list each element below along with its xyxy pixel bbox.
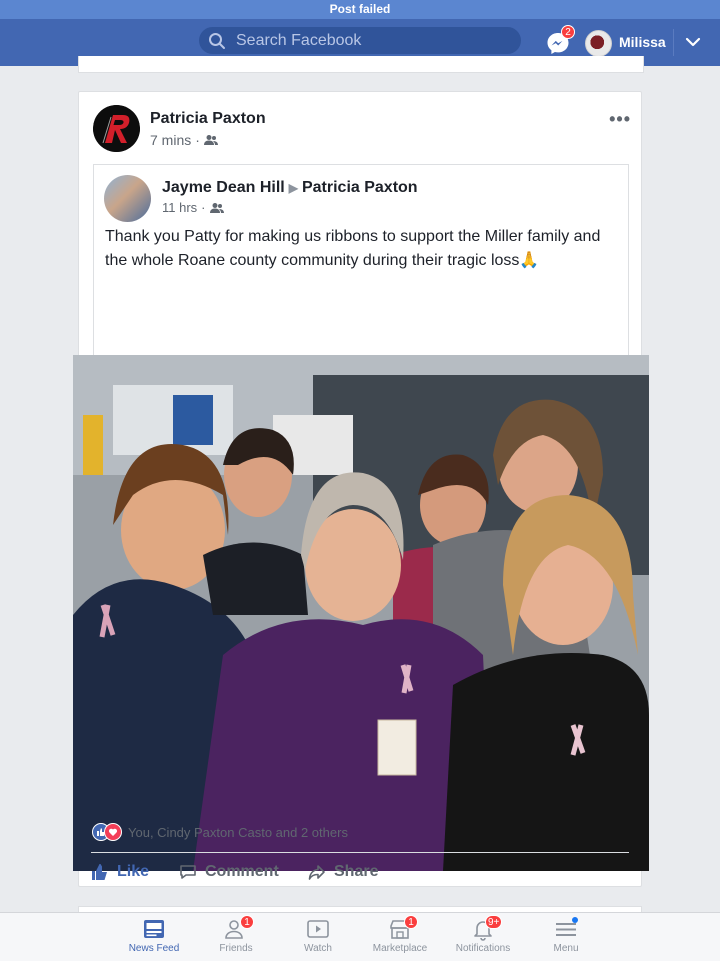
menu-icon	[556, 917, 578, 936]
comment-label: Comment	[205, 863, 279, 880]
post-card: Patricia Paxton 7 mins · ••• Jayme Dean …	[73, 91, 649, 887]
messenger-button[interactable]: 2	[545, 25, 575, 57]
friends-audience-icon	[203, 135, 218, 145]
shared-author-name[interactable]: Jayme Dean Hill	[162, 179, 285, 197]
watch-icon	[307, 920, 329, 938]
shared-post-header: Jayme Dean Hill ▶ Patricia Paxton	[162, 179, 418, 197]
tab-friends[interactable]: 1 Friends	[196, 915, 276, 961]
meta-separator: ·	[195, 132, 200, 148]
bottom-tab-bar: News Feed 1 Friends Watch 1 Marketplace …	[0, 912, 720, 961]
tab-notifications[interactable]: 9+ Notifications	[443, 915, 523, 961]
like-button[interactable]: Like	[91, 859, 149, 885]
comment-button[interactable]: Comment	[179, 859, 279, 885]
reactions-summary[interactable]: You, Cindy Paxton Casto and 2 others	[92, 823, 348, 841]
tab-label: Marketplace	[372, 943, 428, 954]
love-reaction-icon	[104, 823, 122, 841]
shared-target-name[interactable]: Patricia Paxton	[302, 179, 418, 197]
thumbs-up-icon	[92, 864, 107, 880]
share-label: Share	[334, 863, 379, 880]
comment-icon	[180, 865, 196, 879]
post-failed-banner: Post failed	[0, 0, 720, 19]
profile-avatar[interactable]	[585, 30, 612, 57]
tab-label: Friends	[219, 943, 253, 954]
tab-label: News Feed	[128, 943, 180, 954]
shared-post-time[interactable]: 11 hrs	[162, 200, 197, 215]
tab-news-feed[interactable]: News Feed	[114, 917, 194, 961]
tab-label: Notifications	[455, 943, 511, 954]
search-icon	[208, 32, 226, 55]
news-feed-icon	[144, 920, 164, 938]
tab-menu[interactable]: Menu	[526, 917, 606, 961]
previous-post-card	[78, 56, 644, 73]
tab-watch[interactable]: Watch	[278, 917, 358, 961]
profile-name[interactable]: Milissa	[619, 34, 666, 50]
notifications-badge: 9+	[485, 915, 503, 929]
divider	[673, 29, 674, 56]
post-time[interactable]: 7 mins	[150, 132, 191, 148]
arrow-icon: ▶	[288, 181, 298, 195]
share-button[interactable]: Share	[308, 859, 378, 885]
friends-audience-icon	[209, 202, 224, 213]
tab-marketplace[interactable]: 1 Marketplace	[360, 915, 440, 961]
post-photo[interactable]	[73, 355, 649, 871]
chevron-down-icon[interactable]	[685, 35, 701, 53]
post-text: Thank you Patty for making us ribbons to…	[105, 228, 601, 269]
shared-author-avatar[interactable]	[104, 175, 151, 222]
tab-label: Watch	[304, 943, 332, 954]
search-box[interactable]	[199, 27, 521, 54]
share-icon	[308, 865, 325, 880]
like-label: Like	[117, 863, 150, 880]
post-author-name[interactable]: Patricia Paxton	[150, 110, 266, 128]
divider	[91, 852, 629, 853]
meta-separator: ·	[201, 200, 206, 215]
shared-post-meta: 11 hrs ·	[162, 200, 224, 215]
author-avatar[interactable]	[93, 105, 140, 152]
search-input[interactable]	[236, 27, 511, 54]
more-options-icon[interactable]: •••	[609, 110, 631, 128]
reactions-text: You, Cindy Paxton Casto and 2 others	[128, 824, 348, 840]
shared-post: Jayme Dean Hill ▶ Patricia Paxton 11 hrs…	[73, 164, 649, 871]
post-meta: 7 mins ·	[150, 132, 218, 148]
friends-badge: 1	[240, 915, 254, 929]
messenger-badge: 2	[561, 25, 575, 39]
marketplace-badge: 1	[404, 915, 418, 929]
tab-label: Menu	[553, 943, 579, 954]
